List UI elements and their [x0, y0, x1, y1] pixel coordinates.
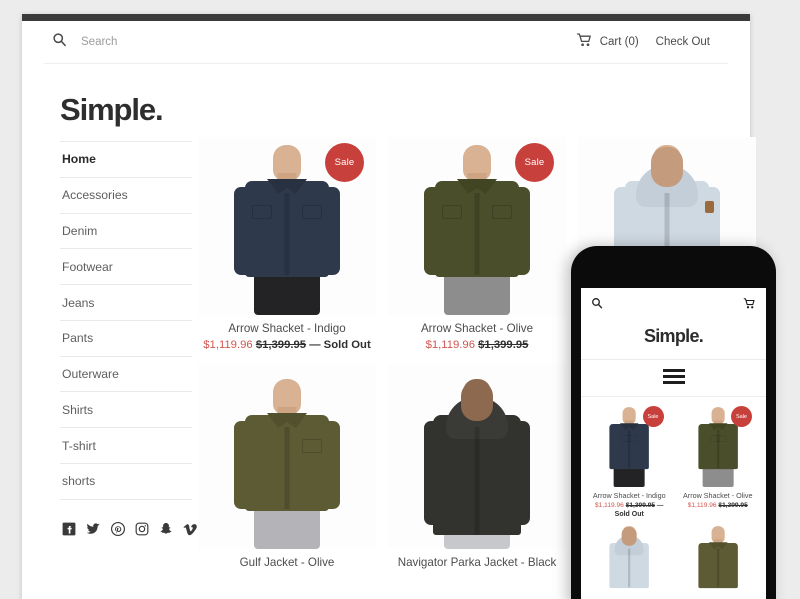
product-image-arrow-shacket-indigo[interactable]: Sale: [198, 137, 376, 315]
product-image-gulf-jacket-olive[interactable]: [198, 365, 376, 549]
sidebar-item-home[interactable]: Home: [60, 142, 192, 178]
phone-product-card-hoodie[interactable]: [585, 522, 674, 599]
sale-badge: Sale: [642, 406, 664, 427]
social-links: [60, 500, 197, 536]
sale-price: $1,119.96: [595, 502, 624, 509]
cart-icon[interactable]: [743, 296, 756, 314]
product-card-navigator-parka-black[interactable]: Navigator Parka Jacket - Black: [382, 365, 572, 569]
product-price: $1,119.96 $1,399.95: [388, 335, 566, 351]
phone-sold-out-label: Sold Out: [614, 511, 644, 518]
garment-figure-gulf-jacket: [228, 377, 346, 549]
product-card-arrow-shacket-olive[interactable]: Sale Arrow Shacket - Olive $1,119.96 $1,…: [382, 137, 572, 351]
cart-label[interactable]: Cart (0): [600, 36, 639, 48]
instagram-icon[interactable]: [135, 522, 149, 536]
sidebar-item-tshirt[interactable]: T-shirt: [60, 428, 192, 465]
sidebar-nav: Home Accessories Denim Footwear Jeans Pa…: [60, 141, 192, 500]
sidebar-item-shorts[interactable]: shorts: [60, 464, 192, 500]
phone-product-price: $1,119.96 $1,399.95 —: [589, 500, 670, 509]
phone-site-logo[interactable]: Simple.: [581, 320, 766, 360]
snapchat-icon[interactable]: [159, 522, 173, 536]
phone-header: [581, 288, 766, 320]
product-price: $1,119.96 $1,399.95 — Sold Out: [198, 335, 376, 351]
price-separator: —: [656, 502, 664, 509]
pinterest-icon[interactable]: [111, 521, 125, 536]
product-card-gulf-jacket-olive[interactable]: Gulf Jacket - Olive: [192, 365, 382, 569]
sidebar: Home Accessories Denim Footwear Jeans Pa…: [42, 131, 197, 569]
phone-product-row-2: [581, 518, 766, 599]
garment-figure-navigator-parka: [418, 377, 536, 549]
product-image-arrow-shacket-olive[interactable]: Sale: [388, 137, 566, 315]
sidebar-item-accessories[interactable]: Accessories: [60, 178, 192, 214]
sidebar-item-pants[interactable]: Pants: [60, 321, 192, 357]
search-group[interactable]: [44, 32, 231, 52]
brand-wrap: Simple.: [42, 64, 730, 131]
original-price: $1,399.95: [718, 502, 748, 509]
phone-product-card-olive-shirt[interactable]: [674, 522, 763, 599]
search-input[interactable]: [81, 36, 231, 48]
sidebar-item-shirts[interactable]: Shirts: [60, 392, 192, 429]
facebook-icon[interactable]: [62, 522, 76, 536]
page-top-bar: [22, 14, 750, 21]
phone-mockup: Simple. Sale Arrow Shacket - Indigo $1,1…: [571, 246, 776, 599]
sidebar-item-jeans[interactable]: Jeans: [60, 285, 192, 321]
screenshot-stage: Cart (0) Check Out Simple. Home Accessor…: [0, 0, 800, 599]
sale-badge: Sale: [515, 143, 554, 182]
original-price: $1,399.95: [625, 502, 656, 509]
sidebar-item-denim[interactable]: Denim: [60, 214, 192, 250]
garment-figure-gulf-jacket: [698, 525, 738, 599]
sale-badge: Sale: [731, 406, 752, 427]
phone-product-card-arrow-shacket-olive[interactable]: Sale Arrow Shacket - Olive $1,119.96 $1,…: [674, 403, 763, 518]
original-price: $1,399.95: [255, 339, 307, 351]
phone-product-image-indigo[interactable]: Sale: [589, 403, 670, 487]
site-logo[interactable]: Simple.: [60, 94, 730, 125]
phone-product-row-1: Sale Arrow Shacket - Indigo $1,119.96 $1…: [581, 397, 766, 518]
search-icon[interactable]: [591, 296, 603, 314]
product-card-arrow-shacket-indigo[interactable]: Sale Arrow Shacket - Indigo $1,119.96 $1…: [192, 137, 382, 351]
phone-product-image-olive[interactable]: Sale: [677, 403, 758, 487]
price-separator: —: [309, 339, 321, 351]
twitter-icon[interactable]: [86, 522, 101, 536]
product-title[interactable]: Arrow Shacket - Indigo: [198, 315, 376, 335]
phone-product-price: $1,119.96 $1,399.95: [678, 500, 759, 509]
sidebar-item-outerware[interactable]: Outerware: [60, 357, 192, 393]
product-title[interactable]: Gulf Jacket - Olive: [198, 549, 376, 569]
phone-product-image-hoodie[interactable]: [589, 522, 670, 599]
header-actions: Cart (0) Check Out: [576, 32, 728, 52]
sold-out-label: Sold Out: [323, 339, 371, 351]
sale-price: $1,119.96: [425, 339, 475, 351]
phone-product-title[interactable]: Arrow Shacket - Indigo: [589, 487, 670, 500]
checkout-link[interactable]: Check Out: [656, 36, 710, 48]
garment-figure-light-denim-hoodie: [609, 525, 649, 599]
sale-badge: Sale: [325, 143, 364, 182]
cart-button[interactable]: Cart (0): [576, 32, 639, 52]
phone-product-image-olive-shirt[interactable]: [677, 522, 758, 599]
phone-product-card-arrow-shacket-indigo[interactable]: Sale Arrow Shacket - Indigo $1,119.96 $1…: [585, 403, 674, 518]
phone-screen: Simple. Sale Arrow Shacket - Indigo $1,1…: [581, 288, 766, 599]
sale-price: $1,119.96: [687, 502, 717, 509]
cart-icon[interactable]: [576, 32, 593, 52]
product-title[interactable]: Navigator Parka Jacket - Black: [388, 549, 566, 569]
search-icon[interactable]: [52, 32, 67, 52]
product-title[interactable]: Arrow Shacket - Olive: [388, 315, 566, 335]
site-header: Cart (0) Check Out: [44, 21, 728, 64]
product-image-navigator-parka-black[interactable]: [388, 365, 566, 549]
sidebar-item-footwear[interactable]: Footwear: [60, 249, 192, 286]
phone-product-title[interactable]: Arrow Shacket - Olive: [678, 487, 759, 500]
hamburger-menu-icon[interactable]: [581, 360, 766, 397]
original-price: $1,399.95: [478, 339, 529, 351]
sale-price: $1,119.96: [203, 339, 253, 351]
